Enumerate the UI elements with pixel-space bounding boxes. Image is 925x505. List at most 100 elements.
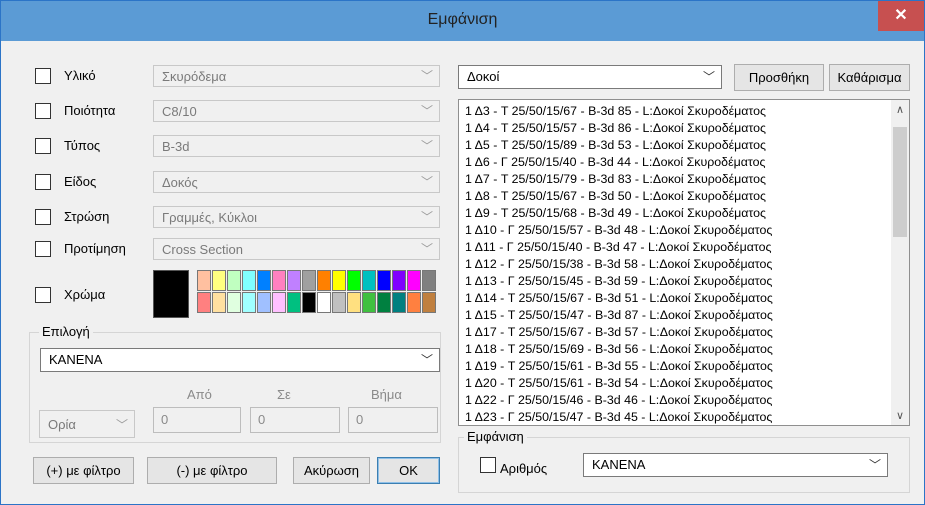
selection-mode-value: ΚΑΝΕΝΑ xyxy=(49,352,103,367)
chevron-down-icon: ﹀ xyxy=(115,418,128,432)
close-button[interactable]: ✕ xyxy=(878,1,924,31)
quality-checkbox[interactable] xyxy=(35,103,51,119)
palette-swatch[interactable] xyxy=(362,292,376,313)
palette-swatch[interactable] xyxy=(362,270,376,291)
list-item[interactable]: 1 Δ19 - T 25/50/15/61 - B-3d 55 - L:Δοκο… xyxy=(465,359,773,374)
palette-swatch[interactable] xyxy=(317,270,331,291)
list-item[interactable]: 1 Δ14 - T 25/50/15/67 - B-3d 51 - L:Δοκο… xyxy=(465,291,773,306)
palette-swatch[interactable] xyxy=(422,270,436,291)
quality-label: Ποιότητα xyxy=(64,103,116,118)
list-item[interactable]: 1 Δ7 - T 25/50/15/79 - B-3d 83 - L:Δοκοί… xyxy=(465,172,766,187)
palette-swatch[interactable] xyxy=(347,270,361,291)
list-item[interactable]: 1 Δ15 - T 25/50/15/47 - B-3d 87 - L:Δοκο… xyxy=(465,308,773,323)
palette-swatch[interactable] xyxy=(227,270,241,291)
palette-swatch[interactable] xyxy=(272,270,286,291)
quality-select[interactable]: C8/10 ﹀ xyxy=(153,100,440,122)
palette-swatch[interactable] xyxy=(227,292,241,313)
material-select[interactable]: Σκυρόδεμα ﹀ xyxy=(153,65,440,87)
without-filter-button[interactable]: (-) με φίλτρο xyxy=(147,457,277,484)
list-item[interactable]: 1 Δ3 - T 25/50/15/67 - B-3d 85 - L:Δοκοί… xyxy=(465,104,766,119)
material-value: Σκυρόδεμα xyxy=(162,69,227,84)
clear-button[interactable]: Καθάρισμα xyxy=(829,64,910,91)
ok-button[interactable]: OK xyxy=(377,457,440,484)
preference-select[interactable]: Cross Section ﹀ xyxy=(153,238,440,260)
cancel-button[interactable]: Ακύρωση xyxy=(293,457,370,484)
palette-swatch[interactable] xyxy=(392,270,406,291)
range-type-select[interactable]: Ορία ﹀ xyxy=(39,410,135,438)
number-mode-value: ΚΑΝΕΝΑ xyxy=(592,457,646,472)
list-item[interactable]: 1 Δ5 - T 25/50/15/89 - B-3d 53 - L:Δοκοί… xyxy=(465,138,766,153)
scroll-thumb[interactable] xyxy=(893,127,907,237)
chevron-down-icon: ﹀ xyxy=(868,458,881,472)
vertical-scrollbar[interactable]: ∧ ∨ xyxy=(891,100,909,425)
palette-swatch[interactable] xyxy=(242,292,256,313)
scroll-down-icon[interactable]: ∨ xyxy=(891,409,909,422)
category-select[interactable]: Δοκοί ﹀ xyxy=(458,65,722,89)
number-checkbox[interactable] xyxy=(480,457,496,473)
number-mode-select[interactable]: ΚΑΝΕΝΑ ﹀ xyxy=(583,453,888,477)
palette-swatch[interactable] xyxy=(347,292,361,313)
layer-value: Γραμμές, Κύκλοι xyxy=(162,210,258,225)
kind-checkbox[interactable] xyxy=(35,174,51,190)
add-button[interactable]: Προσθήκη xyxy=(734,64,824,91)
list-item[interactable]: 1 Δ6 - Γ 25/50/15/40 - B-3d 44 - L:Δοκοί… xyxy=(465,155,765,170)
to-label: Σε xyxy=(277,387,291,402)
palette-swatch[interactable] xyxy=(377,292,391,313)
material-checkbox[interactable] xyxy=(35,68,51,84)
list-item[interactable]: 1 Δ12 - Γ 25/50/15/38 - B-3d 58 - L:Δοκο… xyxy=(465,257,772,272)
preference-label: Προτίμηση xyxy=(64,241,126,256)
chevron-down-icon: ﹀ xyxy=(420,353,433,367)
list-item[interactable]: 1 Δ22 - Γ 25/50/15/46 - B-3d 46 - L:Δοκο… xyxy=(465,393,772,408)
palette-swatch[interactable] xyxy=(302,292,316,313)
palette-swatch[interactable] xyxy=(197,270,211,291)
type-select[interactable]: B-3d ﹀ xyxy=(153,135,440,157)
palette-swatch[interactable] xyxy=(317,292,331,313)
list-item[interactable]: 1 Δ4 - T 25/50/15/57 - B-3d 86 - L:Δοκοί… xyxy=(465,121,766,136)
list-item[interactable]: 1 Δ11 - Γ 25/50/15/40 - B-3d 47 - L:Δοκο… xyxy=(465,240,771,255)
kind-select[interactable]: Δοκός ﹀ xyxy=(153,171,440,193)
palette-swatch[interactable] xyxy=(302,270,316,291)
list-item[interactable]: 1 Δ18 - T 25/50/15/69 - B-3d 56 - L:Δοκο… xyxy=(465,342,773,357)
with-filter-button[interactable]: (+) με φίλτρο xyxy=(33,457,134,484)
title-bar[interactable]: Εμφάνιση ✕ xyxy=(1,1,924,41)
list-item[interactable]: 1 Δ10 - Γ 25/50/15/57 - B-3d 48 - L:Δοκο… xyxy=(465,223,772,238)
elements-listbox[interactable]: 1 Δ3 - T 25/50/15/67 - B-3d 85 - L:Δοκοί… xyxy=(458,99,910,426)
palette-swatch[interactable] xyxy=(272,292,286,313)
list-item[interactable]: 1 Δ17 - T 25/50/15/67 - B-3d 57 - L:Δοκο… xyxy=(465,325,773,340)
palette-swatch[interactable] xyxy=(332,292,346,313)
palette-swatch[interactable] xyxy=(287,270,301,291)
palette-swatch[interactable] xyxy=(392,292,406,313)
selection-mode-select[interactable]: ΚΑΝΕΝΑ ﹀ xyxy=(40,348,440,372)
material-label: Υλικό xyxy=(64,68,96,83)
from-input[interactable]: 0 xyxy=(153,407,241,433)
layer-checkbox[interactable] xyxy=(35,209,51,225)
layer-select[interactable]: Γραμμές, Κύκλοι ﹀ xyxy=(153,206,440,228)
palette-swatch[interactable] xyxy=(287,292,301,313)
palette-swatch[interactable] xyxy=(242,270,256,291)
color-checkbox[interactable] xyxy=(35,287,51,303)
palette-swatch[interactable] xyxy=(257,292,271,313)
list-item[interactable]: 1 Δ8 - T 25/50/15/67 - B-3d 50 - L:Δοκοί… xyxy=(465,189,766,204)
current-color-swatch[interactable] xyxy=(153,270,189,318)
list-item[interactable]: 1 Δ20 - T 25/50/15/61 - B-3d 54 - L:Δοκο… xyxy=(465,376,773,391)
step-input[interactable]: 0 xyxy=(348,407,438,433)
to-input[interactable]: 0 xyxy=(250,407,340,433)
number-label: Αριθμός xyxy=(500,461,548,476)
preference-checkbox[interactable] xyxy=(35,241,51,257)
palette-swatch[interactable] xyxy=(332,270,346,291)
palette-swatch[interactable] xyxy=(407,292,421,313)
palette-swatch[interactable] xyxy=(377,270,391,291)
palette-swatch[interactable] xyxy=(422,292,436,313)
type-checkbox[interactable] xyxy=(35,138,51,154)
list-item[interactable]: 1 Δ23 - Γ 25/50/15/47 - B-3d 45 - L:Δοκο… xyxy=(465,410,772,425)
palette-swatch[interactable] xyxy=(257,270,271,291)
list-item[interactable]: 1 Δ13 - Γ 25/50/15/45 - B-3d 59 - L:Δοκο… xyxy=(465,274,772,289)
chevron-down-icon: ﹀ xyxy=(420,210,433,224)
list-item[interactable]: 1 Δ9 - T 25/50/15/68 - B-3d 49 - L:Δοκοί… xyxy=(465,206,766,221)
palette-swatch[interactable] xyxy=(212,270,226,291)
palette-swatch[interactable] xyxy=(197,292,211,313)
scroll-up-icon[interactable]: ∧ xyxy=(891,103,909,116)
palette-swatch[interactable] xyxy=(212,292,226,313)
close-icon: ✕ xyxy=(894,7,908,24)
palette-swatch[interactable] xyxy=(407,270,421,291)
